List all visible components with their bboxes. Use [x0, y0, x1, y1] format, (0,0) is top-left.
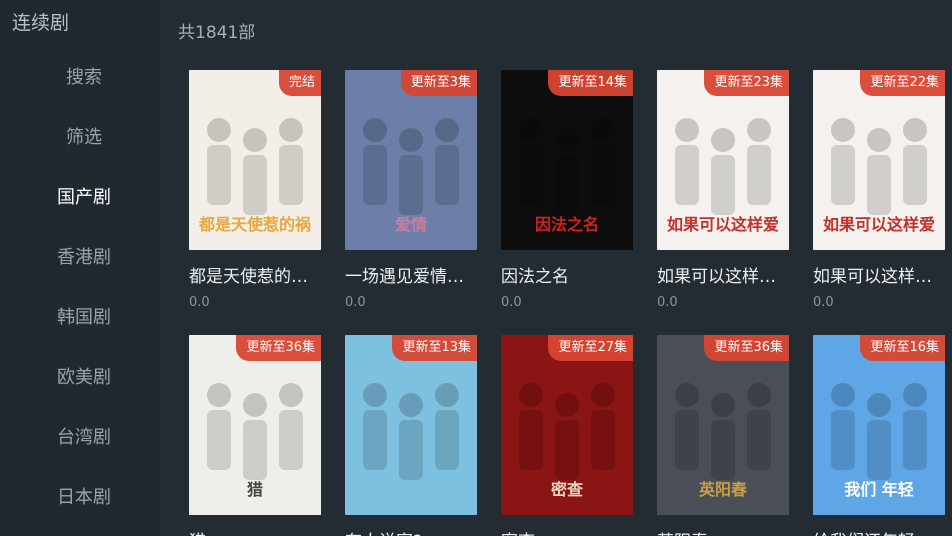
drama-title[interactable]: 有人说家?	[345, 527, 477, 536]
nav-item-mainland[interactable]: 国产剧	[0, 168, 160, 228]
poster-image[interactable]: 我们 年轻 更新至16集	[813, 335, 945, 515]
nav-item-search[interactable]: 搜索	[0, 48, 160, 108]
drama-rating: 0.0	[813, 295, 834, 310]
nav-item-hongkong[interactable]: 香港剧	[0, 228, 160, 288]
poster-image[interactable]: 爱情 更新至3集	[345, 70, 477, 250]
poster-title-art: 如果可以这样爱	[823, 215, 935, 234]
poster-art: 我们 年轻	[813, 335, 945, 515]
episode-badge: 更新至16集	[860, 335, 945, 361]
drama-title[interactable]: 英阳春	[657, 527, 789, 536]
poster-title-art: 因法之名	[535, 215, 599, 234]
nav-item-western[interactable]: 欧美剧	[0, 348, 160, 408]
drama-card[interactable]: 我们 年轻 更新至16集给我们还年轻	[813, 335, 945, 536]
drama-rating: 0.0	[501, 295, 522, 310]
drama-card[interactable]: 因法之名 更新至14集因法之名 0.0	[501, 70, 633, 310]
drama-rating: 0.0	[189, 295, 210, 310]
episode-badge: 更新至3集	[400, 70, 477, 96]
poster-art	[345, 335, 477, 515]
poster-image[interactable]: 更新至13集	[345, 335, 477, 515]
drama-rating: 0.0	[657, 295, 678, 310]
drama-title[interactable]: 一场遇见爱情…	[345, 262, 477, 287]
result-count: 共1841部	[178, 23, 256, 43]
poster-image[interactable]: 如果可以这样爱 更新至22集	[813, 70, 945, 250]
poster-art: 如果可以这样爱	[657, 70, 789, 250]
drama-title[interactable]: 密查	[501, 527, 633, 536]
drama-card[interactable]: 密查 更新至27集密查	[501, 335, 633, 536]
poster-art: 猎	[189, 335, 321, 515]
drama-title[interactable]: 如果可以这样…	[813, 262, 945, 287]
poster-image[interactable]: 英阳春 更新至36集	[657, 335, 789, 515]
poster-art: 密查	[501, 335, 633, 515]
drama-card[interactable]: 都是天使惹的祸 完结都是天使惹的… 0.0	[189, 70, 321, 310]
nav-item-taiwan[interactable]: 台湾剧	[0, 408, 160, 468]
drama-title[interactable]: 给我们还年轻	[813, 527, 945, 536]
drama-card[interactable]: 英阳春 更新至36集英阳春	[657, 335, 789, 536]
category-nav: 搜索 筛选 国产剧 香港剧 韩国剧 欧美剧 台湾剧 日本剧	[0, 48, 160, 528]
poster-title-art: 英阳春	[698, 480, 748, 499]
drama-title[interactable]: 猎...	[189, 527, 321, 536]
episode-badge: 更新至23集	[704, 70, 789, 96]
nav-item-korea[interactable]: 韩国剧	[0, 288, 160, 348]
sidebar: 连续剧 搜索 筛选 国产剧 香港剧 韩国剧 欧美剧 台湾剧 日本剧	[0, 0, 160, 536]
poster-image[interactable]: 密查 更新至27集	[501, 335, 633, 515]
poster-title-art: 都是天使惹的祸	[198, 215, 311, 234]
episode-badge: 更新至14集	[548, 70, 633, 96]
poster-art: 英阳春	[657, 335, 789, 515]
poster-title-art: 猎	[247, 480, 263, 499]
poster-image[interactable]: 因法之名 更新至14集	[501, 70, 633, 250]
episode-badge: 完结	[278, 70, 321, 96]
poster-image[interactable]: 都是天使惹的祸 完结	[189, 70, 321, 250]
poster-title-art: 爱情	[395, 215, 427, 234]
app-title: 连续剧	[12, 12, 70, 34]
nav-item-japan[interactable]: 日本剧	[0, 468, 160, 528]
poster-art: 都是天使惹的祸	[189, 70, 321, 250]
episode-badge: 更新至27集	[548, 335, 633, 361]
drama-card[interactable]: 如果可以这样爱 更新至23集如果可以这样… 0.0	[657, 70, 789, 310]
poster-title-art: 密查	[550, 480, 583, 499]
episode-badge: 更新至36集	[704, 335, 789, 361]
poster-art: 爱情	[345, 70, 477, 250]
drama-card[interactable]: 更新至13集有人说家?	[345, 335, 477, 536]
episode-badge: 更新至22集	[860, 70, 945, 96]
drama-title[interactable]: 因法之名	[501, 262, 633, 287]
drama-title[interactable]: 如果可以这样…	[657, 262, 789, 287]
drama-rating: 0.0	[345, 295, 366, 310]
episode-badge: 更新至36集	[236, 335, 321, 361]
poster-art: 因法之名	[501, 70, 633, 250]
poster-art: 如果可以这样爱	[813, 70, 945, 250]
drama-title[interactable]: 都是天使惹的…	[189, 262, 321, 287]
poster-title-art: 我们 年轻	[844, 480, 914, 499]
drama-card[interactable]: 爱情 更新至3集一场遇见爱情… 0.0	[345, 70, 477, 310]
poster-title-art: 如果可以这样爱	[667, 215, 779, 234]
poster-image[interactable]: 如果可以这样爱 更新至23集	[657, 70, 789, 250]
poster-image[interactable]: 猎 更新至36集	[189, 335, 321, 515]
episode-badge: 更新至13集	[392, 335, 477, 361]
drama-card[interactable]: 猎 更新至36集猎...	[189, 335, 321, 536]
drama-card[interactable]: 如果可以这样爱 更新至22集如果可以这样… 0.0	[813, 70, 945, 310]
nav-item-filter[interactable]: 筛选	[0, 108, 160, 168]
